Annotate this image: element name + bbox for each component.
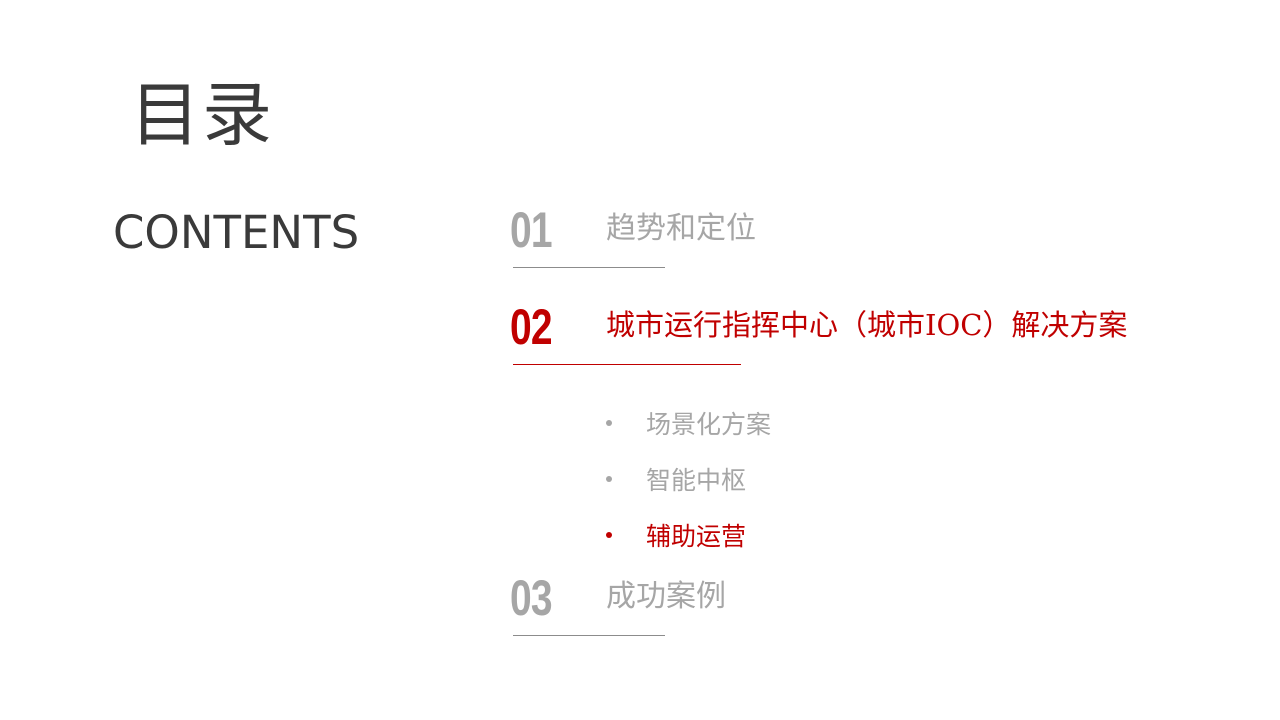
section-number: 01 <box>510 202 553 258</box>
section-2-subitems: 场景化方案 智能中枢 辅助运营 <box>604 395 771 563</box>
section-divider <box>513 267 665 268</box>
section-label: 城市运行指挥中心（城市IOC）解决方案 <box>606 308 1128 342</box>
section-number: 02 <box>510 299 553 355</box>
section-label: 成功案例 <box>606 579 726 614</box>
bullet-icon <box>606 532 612 538</box>
subitem-label: 场景化方案 <box>646 410 772 439</box>
subitem-label: 智能中枢 <box>646 466 747 495</box>
toc-subitem[interactable]: 场景化方案 <box>604 395 771 451</box>
section-number: 03 <box>510 570 553 626</box>
section-divider <box>513 364 741 365</box>
subitem-label: 辅助运营 <box>646 522 747 551</box>
bullet-icon <box>606 476 612 482</box>
page-title-en: CONTENTS <box>113 206 360 259</box>
bullet-icon <box>606 420 612 426</box>
section-label: 趋势和定位 <box>606 211 756 246</box>
toc-subitem-active[interactable]: 辅助运营 <box>604 507 771 563</box>
page-title-cn: 目录 <box>130 74 274 156</box>
toc-subitem[interactable]: 智能中枢 <box>604 451 771 507</box>
section-divider <box>513 635 665 636</box>
